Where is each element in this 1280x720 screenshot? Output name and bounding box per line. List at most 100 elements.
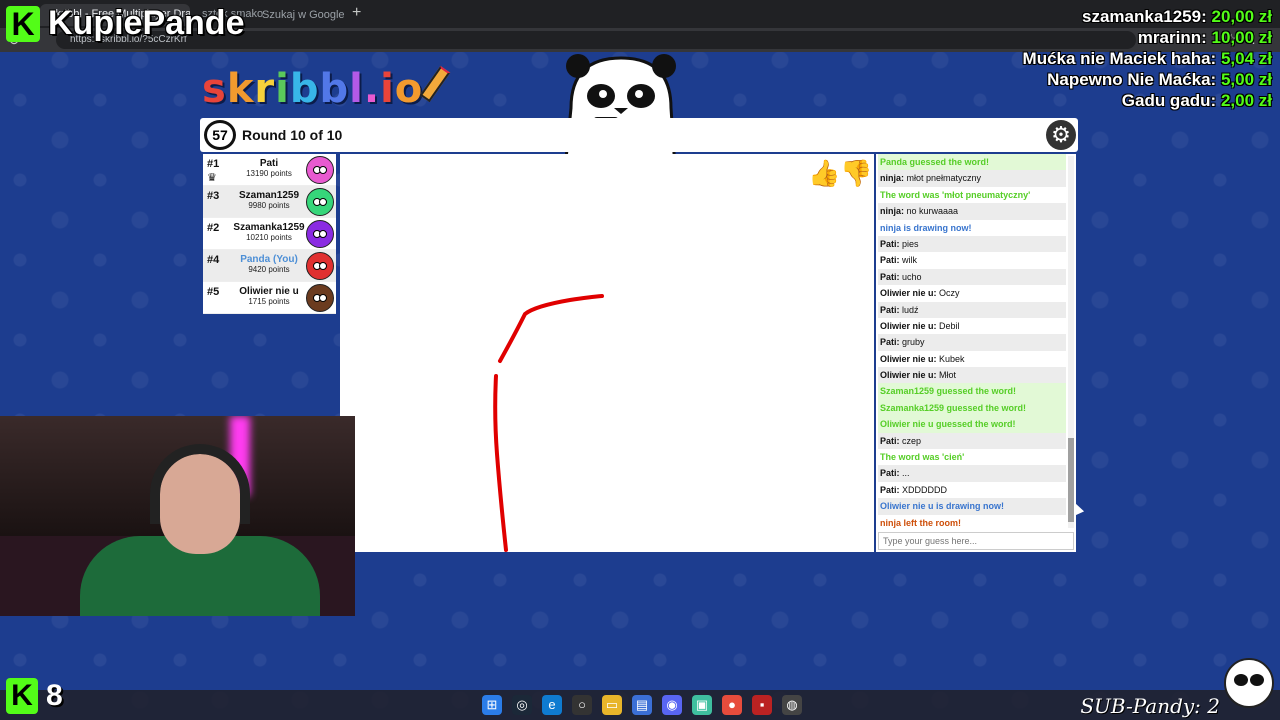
steam-icon[interactable]: ◎ (512, 695, 532, 715)
chat-author: Pati: (880, 435, 900, 446)
thumbs-down-icon[interactable]: 👎 (840, 158, 872, 189)
chat-author: Oliwier nie u: (880, 320, 937, 331)
logo-letter: i (275, 66, 290, 112)
donor-name: Gadu gadu: (1121, 91, 1217, 110)
chat-message: Pati: ucho (878, 268, 1066, 286)
player-name: Szaman1259 (238, 190, 300, 201)
taskbar-icons: ⊞ ◎ e ○ ▭ ▤ ◉ ▣ ● ▪ ◍ (482, 695, 802, 715)
player-avatar (306, 188, 334, 216)
round-timer: 57 (204, 120, 236, 150)
chat-text: Oczy (939, 288, 960, 299)
chat-text: ... (902, 468, 910, 479)
donation-entry: Gadu gadu: 2,00 zł (1023, 90, 1272, 111)
viewer-count: 8 (46, 679, 63, 712)
chat-author: Pati: (880, 304, 900, 315)
player-avatar (306, 284, 334, 312)
sub-counter: SUB-Pandy: 2 (1080, 694, 1220, 718)
start-icon[interactable]: ⊞ (482, 695, 502, 715)
chat-message: Oliwier nie u is drawing now! (878, 498, 1066, 515)
settings-gear-icon[interactable]: ⚙ (1046, 120, 1076, 150)
chrome-icon[interactable]: ● (722, 695, 742, 715)
player-points: 9980 points (248, 201, 290, 210)
player-points: 10210 points (246, 233, 292, 242)
drawing-stroke (498, 294, 604, 363)
player-row[interactable]: #4 Panda (You) 9420 points (203, 250, 336, 282)
drawing-stroke (493, 374, 508, 552)
chat-system-text: ninja is drawing now! (880, 222, 972, 233)
app2-icon[interactable]: ▣ (692, 695, 712, 715)
drawing-strokes (493, 294, 604, 552)
player-rank: #5 (207, 286, 220, 298)
chat-message: The word was 'cień' (878, 449, 1066, 465)
edge-icon[interactable]: e (542, 695, 562, 715)
donation-list: szamanka1259: 20,00 zł mrarinn: 10,00 zł… (1023, 6, 1272, 111)
player-rank: #1 (207, 158, 220, 170)
chat-author: Pati: (880, 337, 900, 348)
player-row[interactable]: #3 Szaman1259 9980 points (203, 186, 336, 218)
app-icon[interactable]: ○ (572, 695, 592, 715)
chat-message: ninja left the room! (878, 515, 1066, 530)
chat-message: Oliwier nie u: Oczy (878, 285, 1066, 301)
chat-text: wilk (902, 255, 918, 266)
chat-text: gruby (902, 337, 925, 348)
record-icon[interactable]: ▪ (752, 695, 772, 715)
donation-entry: Mućka nie Maciek haha: 5,04 zł (1023, 48, 1272, 69)
thumbs-up-icon[interactable]: 👍 (808, 158, 840, 189)
round-label: Round 10 of 10 (242, 127, 343, 143)
new-tab-icon[interactable]: + (352, 4, 361, 22)
chat-message: Pati: czep (878, 432, 1066, 450)
player-info: Oliwier nie u 1715 points (225, 286, 313, 306)
player-points: 13190 points (246, 169, 292, 178)
chat-system-text: Szamanka1259 guessed the word! (880, 402, 1027, 413)
chat-text: no kurwaaaa (906, 206, 959, 217)
tab-google[interactable]: Szukaj w Google✕ (252, 4, 348, 26)
crown-icon: ♛ (207, 172, 217, 184)
chat-author: ninja: (880, 173, 904, 184)
panda-icon (1224, 658, 1274, 708)
player-row[interactable]: #2 Szamanka1259 10210 points (203, 218, 336, 250)
chat-system-text: The word was 'cień' (880, 452, 965, 463)
chat-system-text: Szaman1259 guessed the word! (880, 386, 1017, 397)
chat-message: Pati: XDDDDDD (878, 482, 1066, 498)
chat-text: Debil (939, 320, 960, 331)
chat-message: Panda guessed the word! (878, 154, 1066, 171)
chat-scrollbar[interactable] (1068, 156, 1074, 528)
discord-icon[interactable]: ◉ (662, 695, 682, 715)
chat-message: Oliwier nie u guessed the word! (878, 416, 1066, 433)
game-header: 57 Round 10 of 10 ⚙ (200, 118, 1078, 152)
chat-system-text: Oliwier nie u guessed the word! (880, 419, 1016, 430)
guess-input[interactable] (878, 532, 1074, 550)
explorer-icon[interactable]: ▤ (632, 695, 652, 715)
webcam-feed (0, 416, 355, 616)
chat-author: Pati: (880, 468, 900, 479)
obs-icon[interactable]: ◍ (782, 695, 802, 715)
donation-amount: 5,00 zł (1220, 70, 1272, 89)
chat-message: ninja: no kurwaaaa (878, 203, 1066, 220)
donation-entry: Napewno Nie Maćka: 5,00 zł (1023, 69, 1272, 90)
donor-name: mrarinn: (1137, 28, 1207, 47)
donation-amount: 2,00 zł (1220, 91, 1272, 110)
chat-author: Pati: (880, 238, 900, 249)
player-row[interactable]: #1 ♛ Pati 13190 points (203, 154, 336, 186)
chat-author: Oliwier nie u: (880, 288, 937, 299)
donor-name: Mućka nie Maciek haha: (1022, 49, 1217, 68)
chat-text: młot pnełmatyczny (906, 173, 982, 184)
logo-letter: . (363, 66, 381, 112)
player-rank: #3 (207, 190, 220, 202)
chat-message-list: Panda guessed the word! ninja: młot pnełm… (878, 154, 1066, 530)
chat-message: Pati: pies (878, 235, 1066, 253)
pencil-icon (420, 65, 451, 103)
folder-icon[interactable]: ▭ (602, 695, 622, 715)
player-name: Szamanka1259 (233, 222, 305, 233)
chat-author: ninja: (880, 206, 904, 217)
channel-name: KupiePande (48, 4, 245, 42)
player-row[interactable]: #5 Oliwier nie u 1715 points (203, 282, 336, 314)
donation-amount: 5,04 zł (1220, 49, 1272, 68)
chat-message: Oliwier nie u: Kubek (878, 351, 1066, 367)
chat-text: Kubek (939, 353, 965, 364)
donation-amount: 20,00 zł (1211, 7, 1273, 26)
chat-message: ninja: młot pnełmatyczny (878, 170, 1066, 187)
drawing-canvas[interactable]: 👍 👎 (340, 154, 874, 552)
player-info: Szaman1259 9980 points (225, 190, 313, 210)
chat-message: Oliwier nie u: Młot (878, 367, 1066, 384)
